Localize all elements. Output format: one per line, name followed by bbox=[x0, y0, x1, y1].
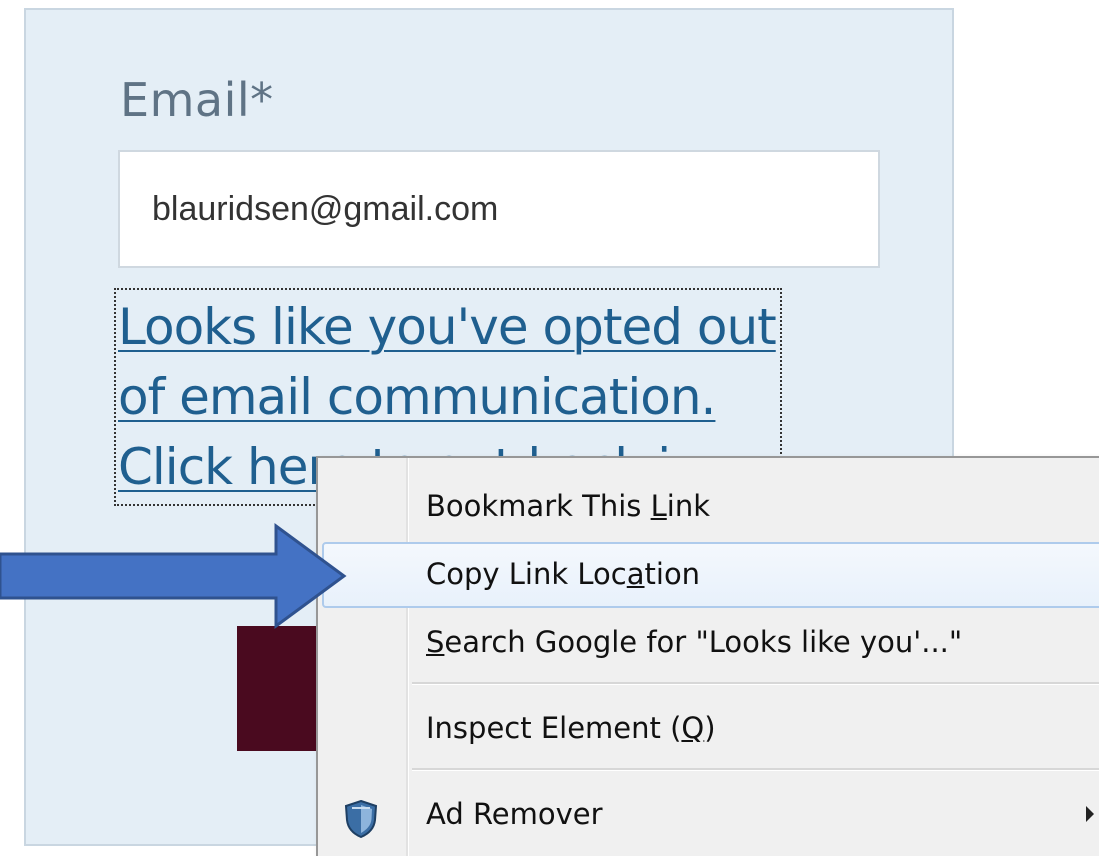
shield-icon bbox=[344, 796, 378, 839]
context-menu: Bookmark This Link Copy Link Location Se… bbox=[316, 456, 1099, 856]
email-label: Email* bbox=[120, 73, 274, 127]
menu-item-search-google[interactable]: Search Google for "Looks like you'..." bbox=[322, 610, 1099, 676]
arrow-right-icon bbox=[0, 523, 347, 629]
menu-item-ad-remover[interactable]: Ad Remover bbox=[322, 782, 1099, 848]
menu-item-bookmark-link[interactable]: Bookmark This Link bbox=[322, 474, 1099, 540]
menu-separator bbox=[412, 768, 1099, 771]
screenshot-stage: Email* Looks like you've opted out of em… bbox=[0, 0, 1099, 856]
menu-separator bbox=[412, 682, 1099, 685]
email-input[interactable] bbox=[118, 150, 880, 268]
menu-item-copy-link-location[interactable]: Copy Link Location bbox=[322, 542, 1099, 608]
menu-item-inspect-element[interactable]: Inspect Element (Q) bbox=[322, 696, 1099, 762]
chevron-right-icon bbox=[1086, 806, 1094, 822]
